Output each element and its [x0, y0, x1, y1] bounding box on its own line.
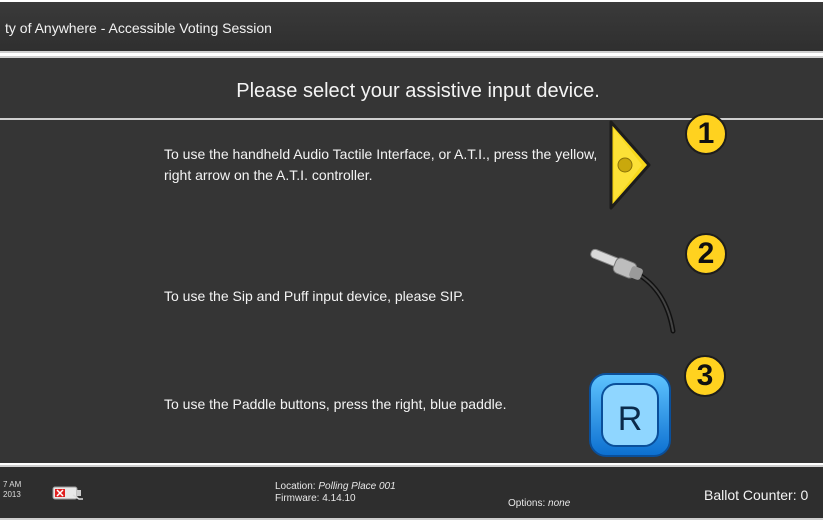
option-sip-puff-text: To use the Sip and Puff input device, pl… [164, 288, 465, 304]
option-1-badge: 1 [685, 113, 727, 155]
option-3-badge: 3 [684, 355, 726, 397]
options-label: Options: [508, 498, 546, 509]
title-bar: ty of Anywhere - Accessible Voting Sessi… [0, 2, 823, 53]
status-footer: 7 AM 2013 Location: Polling Place 001 Fi… [0, 465, 823, 520]
option-2-badge: 2 [685, 233, 727, 275]
ballot-counter: Ballot Counter: 0 [704, 487, 809, 503]
clock-date: 2013 [3, 490, 21, 499]
location-label: Location: [275, 481, 316, 492]
option-paddle-text: To use the Paddle buttons, press the rig… [164, 396, 507, 412]
paddle-letter: R [618, 400, 643, 438]
device-options-panel: To use the handheld Audio Tactile Interf… [0, 120, 823, 463]
location-firmware: Location: Polling Place 001 Firmware: 4.… [275, 481, 396, 505]
prompt-text: Please select your assistive input devic… [236, 80, 600, 102]
firmware-value: 4.14.10 [322, 493, 356, 504]
options-value: none [548, 498, 571, 509]
blue-paddle-icon[interactable]: R [588, 372, 672, 458]
firmware-label: Firmware: [275, 493, 320, 504]
clock-time: 7 AM [3, 480, 22, 489]
yellow-right-arrow-icon[interactable] [608, 119, 652, 211]
sip-puff-straw-icon[interactable] [584, 243, 680, 335]
clock: 7 AM 2013 [3, 480, 21, 500]
voting-screen: ty of Anywhere - Accessible Voting Sessi… [0, 0, 823, 526]
battery-unplugged-icon [52, 486, 83, 500]
options-status: Options: none [508, 498, 570, 509]
window-title: ty of Anywhere - Accessible Voting Sessi… [5, 20, 272, 36]
option-ati-text: To use the handheld Audio Tactile Interf… [164, 146, 598, 183]
location-value: Polling Place 001 [318, 481, 396, 492]
prompt-header: Please select your assistive input devic… [0, 56, 823, 120]
